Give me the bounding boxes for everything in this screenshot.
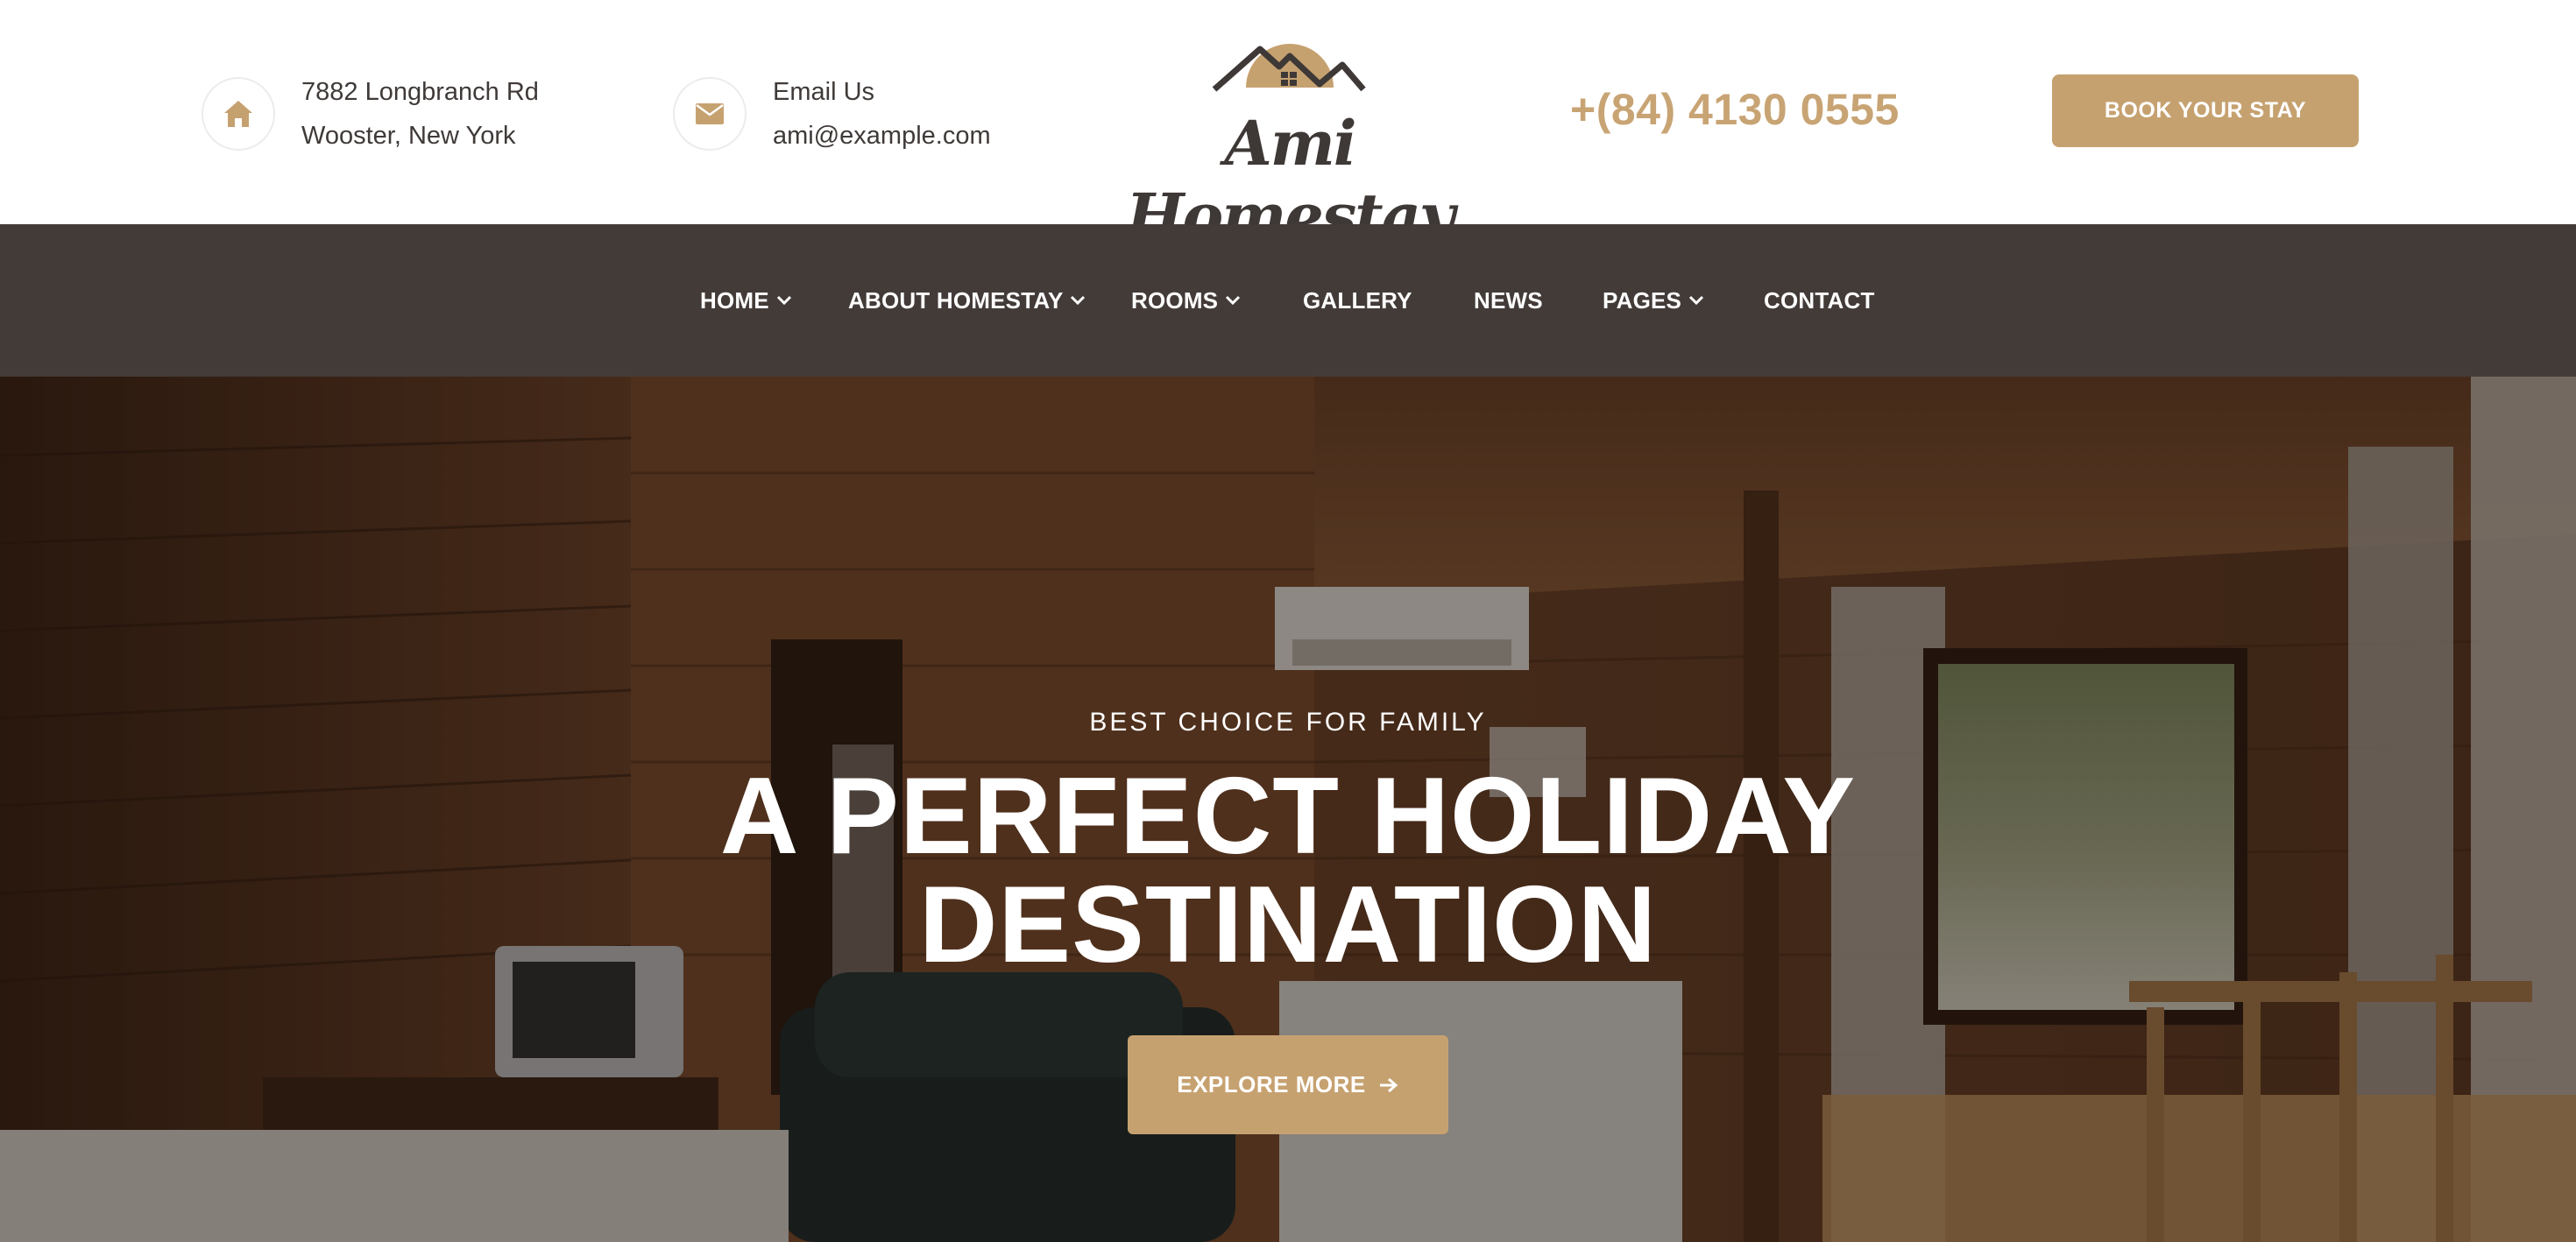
hero-title: A PERFECT HOLIDAY DESTINATION xyxy=(0,762,2576,979)
address-line-1: 7882 Longbranch Rd xyxy=(301,78,539,106)
address-text: 7882 Longbranch Rd Wooster, New York xyxy=(301,70,539,158)
home-icon xyxy=(202,77,275,151)
nav-item-label: NEWS xyxy=(1474,286,1543,314)
chevron-down-icon xyxy=(1688,295,1704,306)
chevron-down-icon xyxy=(1070,295,1086,306)
nav-item-gallery[interactable]: GALLERY xyxy=(1303,224,1412,377)
nav-item-label: GALLERY xyxy=(1303,286,1412,314)
logo-roof-icon xyxy=(1106,44,1474,114)
phone-number[interactable]: +(84) 4130 0555 xyxy=(1570,84,1900,135)
chevron-down-icon xyxy=(776,295,792,306)
address-block: 7882 Longbranch Rd Wooster, New York xyxy=(202,70,539,158)
nav-item-label: ABOUT HOMESTAY xyxy=(848,286,1064,314)
hero-title-line-2: DESTINATION xyxy=(918,864,1658,985)
nav-item-label: ROOMS xyxy=(1131,286,1219,314)
email-text: Email Us ami@example.com xyxy=(773,70,991,158)
nav-item-pages[interactable]: PAGES xyxy=(1603,224,1704,377)
chevron-down-icon xyxy=(1225,295,1241,306)
nav-item-about-homestay[interactable]: ABOUT HOMESTAY xyxy=(848,224,1086,377)
main-navigation: HOME ABOUT HOMESTAY ROOMS GALLERY NEWS P… xyxy=(0,224,2576,377)
explore-more-button[interactable]: EXPLORE MORE xyxy=(1128,1035,1448,1134)
nav-item-news[interactable]: NEWS xyxy=(1474,224,1543,377)
nav-item-label: HOME xyxy=(700,286,769,314)
hero-eyebrow: BEST CHOICE FOR FAMILY xyxy=(1089,708,1487,737)
email-block: Email Us ami@example.com xyxy=(673,70,991,158)
email-label: Email Us xyxy=(773,78,875,106)
hero-title-line-1: A PERFECT HOLIDAY xyxy=(719,756,1857,877)
email-link[interactable]: ami@example.com xyxy=(773,114,991,158)
top-header: 7882 Longbranch Rd Wooster, New York Ema… xyxy=(0,0,2576,252)
arrow-right-icon xyxy=(1378,1076,1399,1094)
nav-item-label: CONTACT xyxy=(1764,286,1875,314)
nav-item-label: PAGES xyxy=(1603,286,1682,314)
nav-item-home[interactable]: HOME xyxy=(700,224,792,377)
explore-more-label: EXPLORE MORE xyxy=(1177,1071,1366,1097)
nav-item-rooms[interactable]: ROOMS xyxy=(1131,224,1241,377)
nav-item-contact[interactable]: CONTACT xyxy=(1764,224,1875,377)
hero-section: BEST CHOICE FOR FAMILY A PERFECT HOLIDAY… xyxy=(0,377,2576,1242)
address-line-2: Wooster, New York xyxy=(301,122,516,150)
envelope-icon xyxy=(673,77,747,151)
book-your-stay-button[interactable]: BOOK YOUR STAY xyxy=(2052,74,2359,147)
site-logo[interactable]: Ami Homestay xyxy=(1106,26,1474,252)
